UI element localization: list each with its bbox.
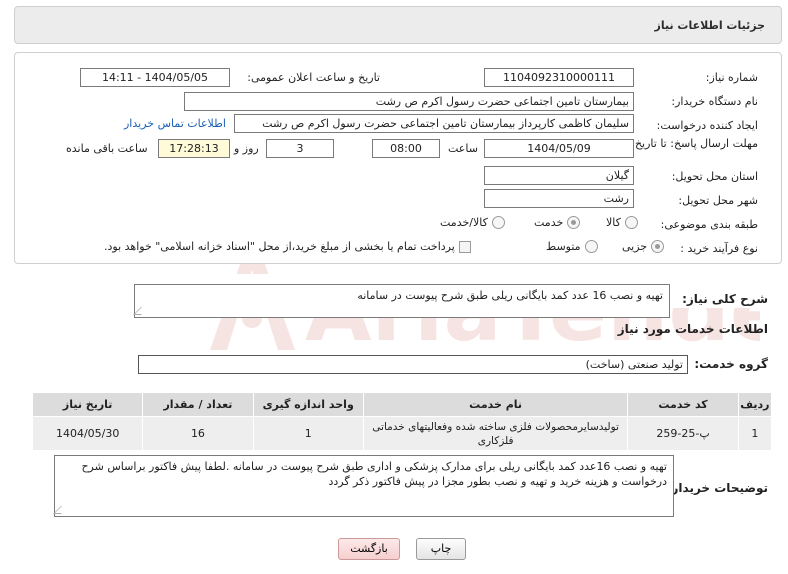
radio-button[interactable] [491,216,505,229]
services-section-title: اطلاعات خدمات مورد نیاز [617,322,768,336]
process-option-minor[interactable]: جزیی [622,240,665,253]
province-field: گیلان [484,166,634,185]
buyer-notes-text: تهیه و نصب 16عدد کمد بایگانی ریلی برای م… [81,460,667,488]
radio-button-checked[interactable] [567,216,581,229]
process-option-medium[interactable]: متوسط [546,240,598,253]
category-option-service[interactable]: خدمت [534,216,581,229]
days-remaining-field: 3 [266,139,334,158]
cell-row: 1 [737,416,773,451]
radio-button[interactable] [584,240,598,253]
table-header-row: ردیف کد خدمت نام خدمت واحد اندازه گیری ت… [31,392,773,417]
announce-label: تاریخ و ساعت اعلان عمومی: [247,71,380,84]
deadline-time-field: 08:00 [372,139,440,158]
cell-unit: 1 [252,416,364,451]
summary-textarea[interactable]: تهیه و نصب 16 عدد کمد بایگانی ریلی طبق ش… [133,284,670,318]
page-header: جزئیات اطلاعات نیاز [14,6,782,44]
need-number-field: 1104092310000111 [484,68,634,87]
treasury-checkbox[interactable] [458,240,471,253]
cell-code: پ-25-259 [627,416,739,451]
page-title: جزئیات اطلاعات نیاز [654,19,766,32]
buyer-notes-label: توضیحات خریدار: [666,481,768,495]
treasury-payment-checkbox-row[interactable]: پرداخت تمام یا بخشی از مبلغ خرید،از محل … [104,240,471,253]
service-group-label: گروه خدمت: [694,357,768,371]
deadline-date-field: 1404/05/09 [484,139,634,158]
cell-name: تولیدسایرمحصولات فلزی ساخته شده وفعالیته… [362,416,629,451]
deadline-time-label: ساعت [448,142,478,155]
creator-field: سلیمان کاظمی کارپرداز بیمارستان تامین اج… [234,114,634,133]
resize-grip-icon[interactable] [53,506,69,514]
buyer-contact-link[interactable]: اطلاعات تماس خریدار [124,117,226,130]
service-group-field: تولید صنعتی (ساخت) [138,355,688,374]
cell-date: 1404/05/30 [31,416,144,451]
remaining-time-label: ساعت باقی مانده [66,142,148,155]
back-button[interactable]: بازگشت [338,538,400,560]
buyer-org-field: بیمارستان تامین اجتماعی حضرت رسول اکرم ص… [184,92,634,111]
radio-label: خدمت [534,216,564,229]
days-label: روز و [234,142,259,155]
province-label: استان محل تحویل: [671,170,758,183]
category-label: طبقه بندی موضوعی: [660,218,758,231]
services-table: ردیف کد خدمت نام خدمت واحد اندازه گیری ت… [31,392,773,451]
print-button[interactable]: چاپ [416,538,466,560]
table-row: 1 پ-25-259 تولیدسایرمحصولات فلزی ساخته ش… [31,416,773,451]
need-number-label: شماره نیاز: [705,71,758,84]
col-header-qty: تعداد / مقدار [142,392,254,417]
radio-button-checked[interactable] [651,240,665,253]
category-option-goods-service[interactable]: کالا/خدمت [440,216,505,229]
deadline-label: مهلت ارسال پاسخ: تا تاریخ: [631,137,758,150]
radio-label: کالا/خدمت [440,216,488,229]
radio-label: کالا [606,216,621,229]
col-header-row: ردیف [737,392,773,417]
buyer-notes-textarea[interactable]: تهیه و نصب 16عدد کمد بایگانی ریلی برای م… [53,455,674,517]
announce-field: 1404/05/05 - 14:11 [80,68,230,87]
radio-label: جزیی [622,240,648,253]
treasury-note: پرداخت تمام یا بخشی از مبلغ خرید،از محل … [104,240,455,253]
city-label: شهر محل تحویل: [678,194,758,207]
radio-label: متوسط [546,240,581,253]
col-header-name: نام خدمت [362,392,629,417]
buyer-org-label: نام دستگاه خریدار: [671,95,758,108]
cell-qty: 16 [142,416,254,451]
category-option-goods[interactable]: کالا [606,216,638,229]
col-header-code: کد خدمت [627,392,739,417]
summary-label: شرح کلی نیاز: [682,292,768,306]
summary-text: تهیه و نصب 16 عدد کمد بایگانی ریلی طبق ش… [357,289,663,302]
col-header-date: تاریخ نیاز [31,392,144,417]
col-header-unit: واحد اندازه گیری [252,392,364,417]
city-field: رشت [484,189,634,208]
resize-grip-icon[interactable] [133,307,149,315]
process-label: نوع فرآیند خرید : [680,242,758,255]
radio-button[interactable] [624,216,638,229]
creator-label: ایجاد کننده درخواست: [656,119,758,132]
remaining-time-field: 17:28:13 [158,139,230,158]
